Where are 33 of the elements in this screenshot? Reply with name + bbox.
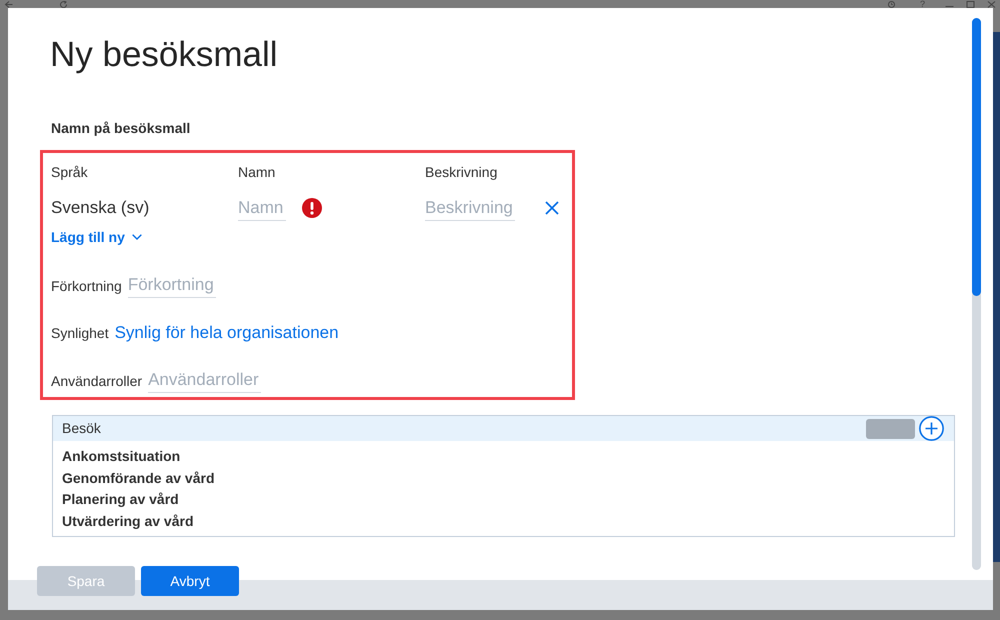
list-item[interactable]: Ankomstsituation [53, 446, 954, 468]
language-label: Svenska (sv) [51, 197, 150, 219]
maximize-icon[interactable] [966, 0, 975, 8]
close-icon[interactable] [987, 0, 996, 8]
scrollbar-thumb[interactable] [972, 18, 981, 296]
list-item[interactable]: Genomförande av vård [53, 468, 954, 489]
add-icon[interactable] [919, 416, 944, 441]
list-item[interactable]: Planering av vård [53, 489, 954, 510]
blank-control[interactable] [866, 418, 915, 438]
column-header: Namn [238, 163, 276, 182]
name-input-field[interactable]: Namn [238, 196, 286, 220]
description-input-field[interactable]: Beskrivning [425, 196, 515, 220]
back-arrow-icon[interactable] [4, 0, 13, 8]
text-input-field[interactable]: Användarroller [148, 368, 262, 393]
scrollbar-track[interactable] [972, 18, 981, 570]
field-label: Förkortning [51, 276, 122, 296]
help-icon[interactable]: ? [920, 0, 925, 8]
column-header: Beskrivning [425, 163, 498, 182]
history-icon[interactable] [886, 0, 896, 8]
field-label: Användarroller [51, 372, 142, 390]
list-title: Besök [62, 419, 102, 438]
text-input-field[interactable]: Förkortning [128, 273, 216, 298]
chevron-down-icon [132, 234, 142, 240]
section-label: Namn på besöksmall [51, 119, 190, 138]
refresh-icon[interactable] [59, 0, 68, 8]
cancel-button[interactable]: Avbryt [141, 566, 239, 596]
dialog-title: Ny besöksmall [50, 34, 278, 76]
add-new-link[interactable]: Lägg till ny [51, 227, 142, 247]
column-header: Språk [51, 163, 88, 182]
visibility-link[interactable]: Synlig för hela organisationen [114, 320, 339, 346]
field-label: Synlighet [51, 324, 109, 343]
list-item[interactable]: Utvärdering av vård [53, 510, 954, 532]
close-icon[interactable] [545, 201, 559, 215]
